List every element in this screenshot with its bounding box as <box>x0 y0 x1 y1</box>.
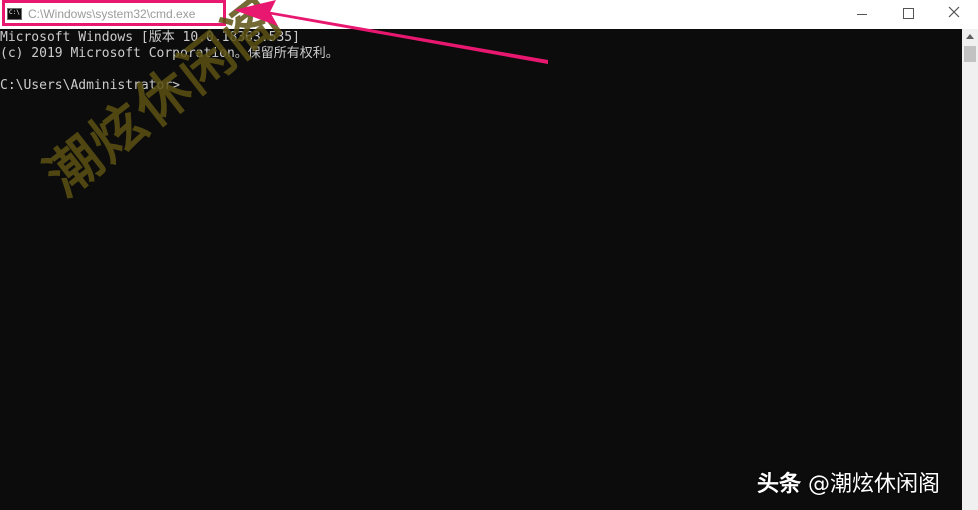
corner-watermark: 头条 @潮炫休闲阁 <box>757 466 940 498</box>
maximize-button[interactable] <box>885 0 931 29</box>
corner-watermark-handle: @潮炫休闲阁 <box>808 472 941 497</box>
corner-watermark-brand: 头条 <box>757 472 802 497</box>
title-bar[interactable]: C:\ C:\Windows\system32\cmd.exe <box>0 0 978 29</box>
minimize-button[interactable] <box>839 0 885 29</box>
maximize-icon <box>903 8 914 19</box>
close-button[interactable] <box>931 0 977 29</box>
scroll-thumb[interactable] <box>964 46 976 62</box>
vertical-scrollbar[interactable] <box>962 29 978 510</box>
minimize-icon <box>857 14 867 15</box>
scroll-up-arrow-icon <box>966 34 974 39</box>
scroll-up-button[interactable] <box>962 29 978 45</box>
close-icon <box>948 6 960 18</box>
